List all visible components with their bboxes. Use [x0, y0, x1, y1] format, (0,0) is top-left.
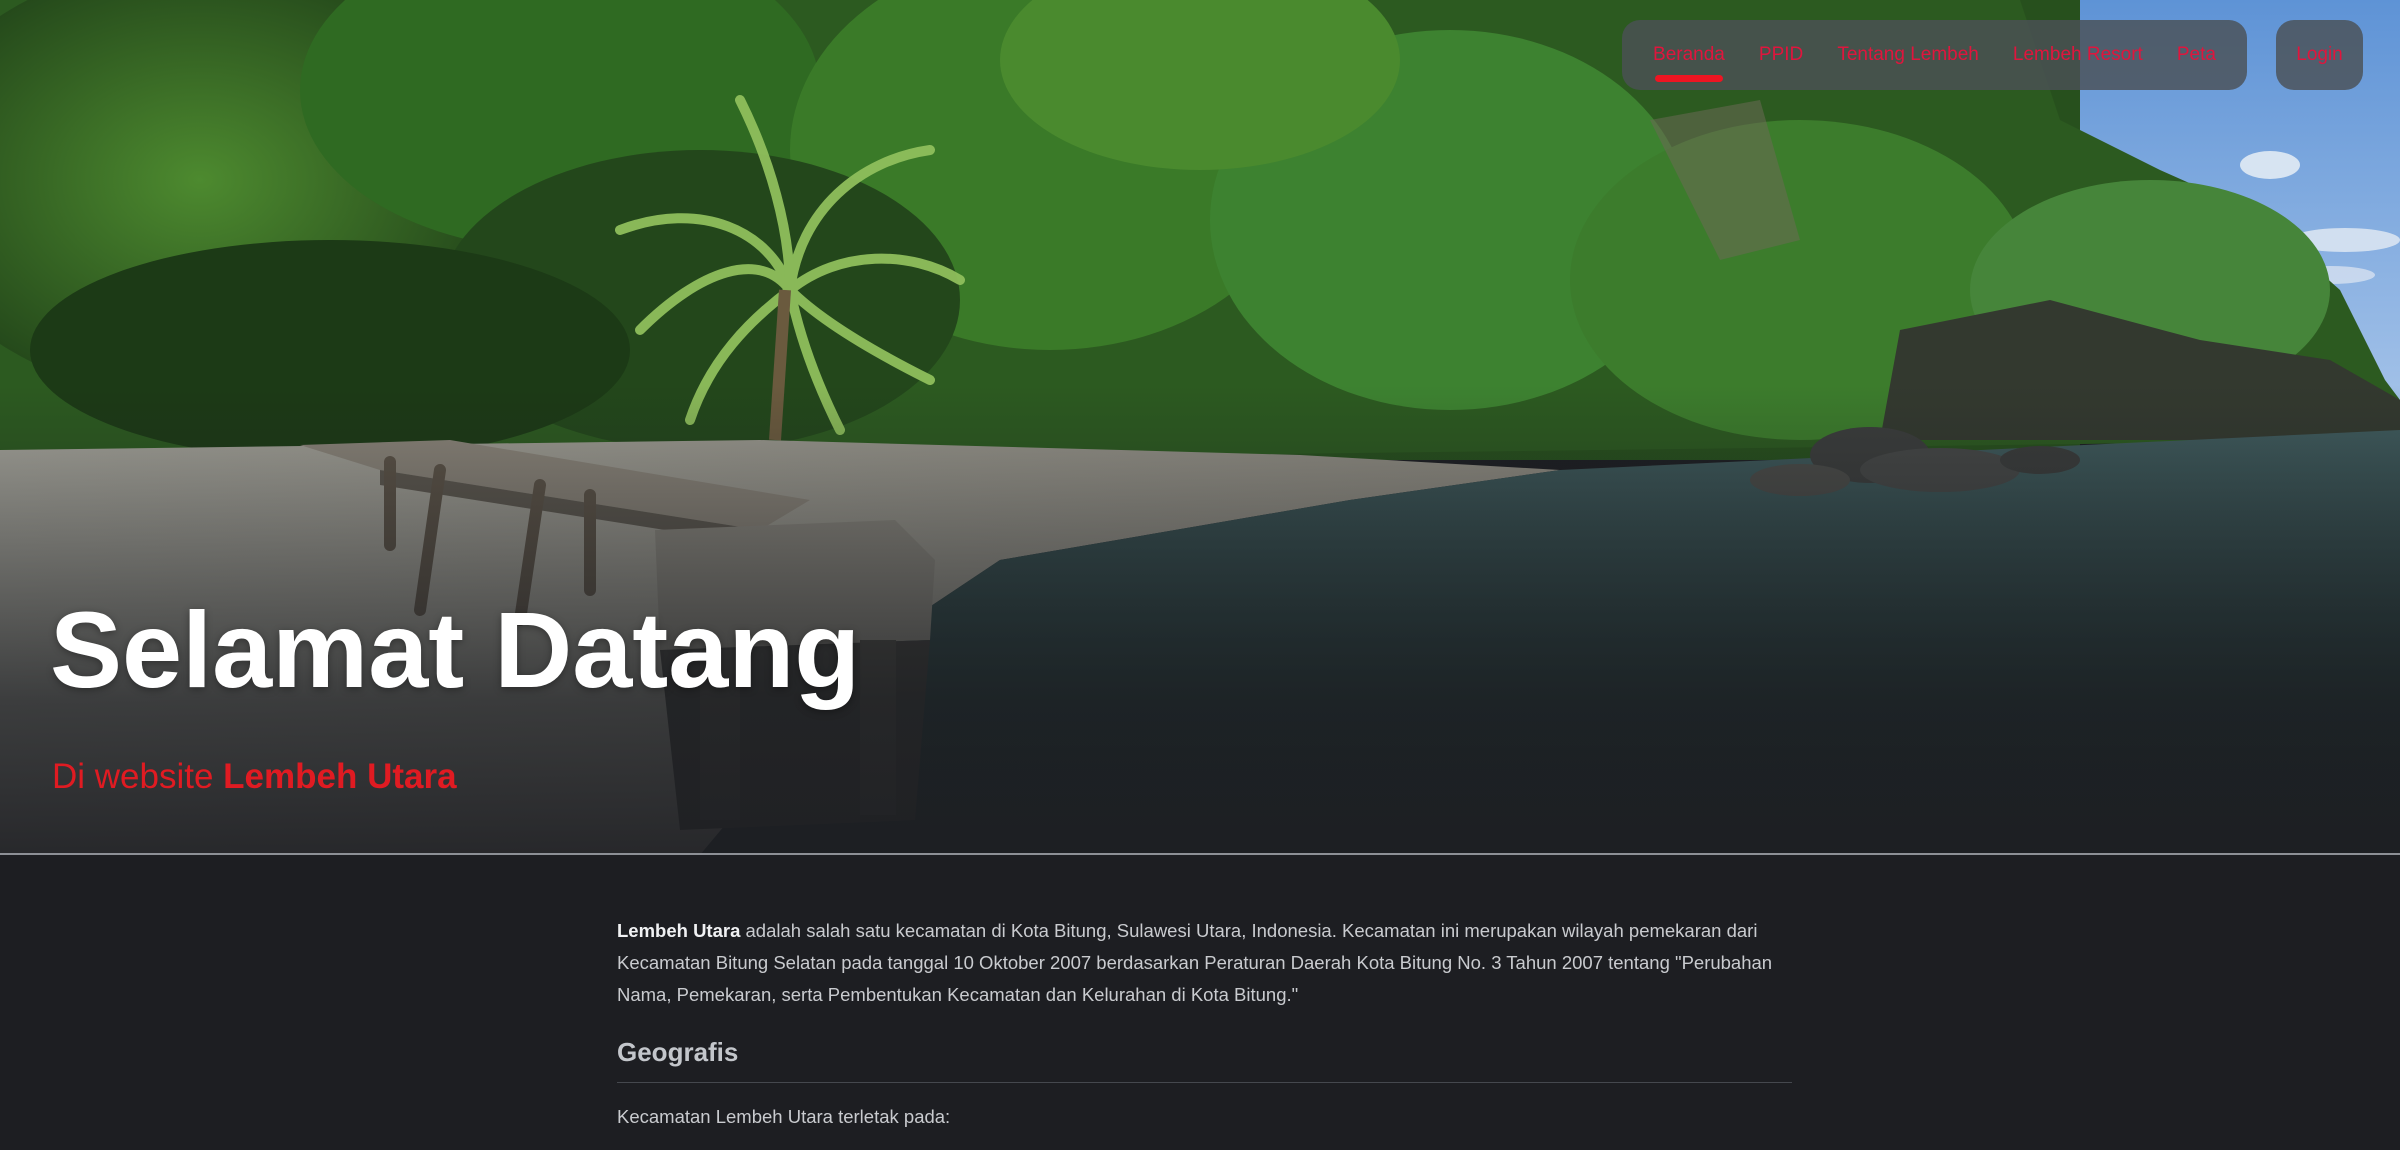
nav-item-tentang-lembeh[interactable]: Tentang Lembeh	[1837, 44, 1979, 66]
geografis-text: Kecamatan Lembeh Utara terletak pada:	[617, 1106, 951, 1127]
geografis-heading: Geografis	[617, 1037, 1792, 1083]
hero-section: Beranda PPID Tentang Lembeh Lembeh Resor…	[0, 0, 2400, 855]
nav-item-beranda[interactable]: Beranda	[1653, 44, 1725, 82]
hero-title: Selamat Datang	[50, 589, 861, 710]
nav-item-ppid[interactable]: PPID	[1759, 44, 1803, 66]
hero-overlay	[0, 0, 2400, 855]
main-content: Lembeh Utara adalah salah satu kecamatan…	[617, 915, 1792, 1131]
nav-item-lembeh-resort[interactable]: Lembeh Resort	[2013, 44, 2143, 66]
main-nav: Beranda PPID Tentang Lembeh Lembeh Resor…	[1622, 20, 2247, 90]
intro-paragraph: Lembeh Utara adalah salah satu kecamatan…	[617, 915, 1792, 1011]
login-button[interactable]: Login	[2276, 20, 2363, 90]
hero-subtitle: Di website Lembeh Utara	[52, 755, 457, 799]
hero-subtitle-prefix: Di website	[52, 757, 224, 796]
nav-item-peta[interactable]: Peta	[2177, 44, 2216, 66]
hero-subtitle-highlight: Lembeh Utara	[223, 757, 457, 796]
intro-text: adalah salah satu kecamatan di Kota Bitu…	[617, 920, 1773, 1005]
intro-bold-name: Lembeh Utara	[617, 920, 741, 941]
hero-divider	[0, 853, 2400, 855]
page: Beranda PPID Tentang Lembeh Lembeh Resor…	[0, 0, 2400, 1150]
